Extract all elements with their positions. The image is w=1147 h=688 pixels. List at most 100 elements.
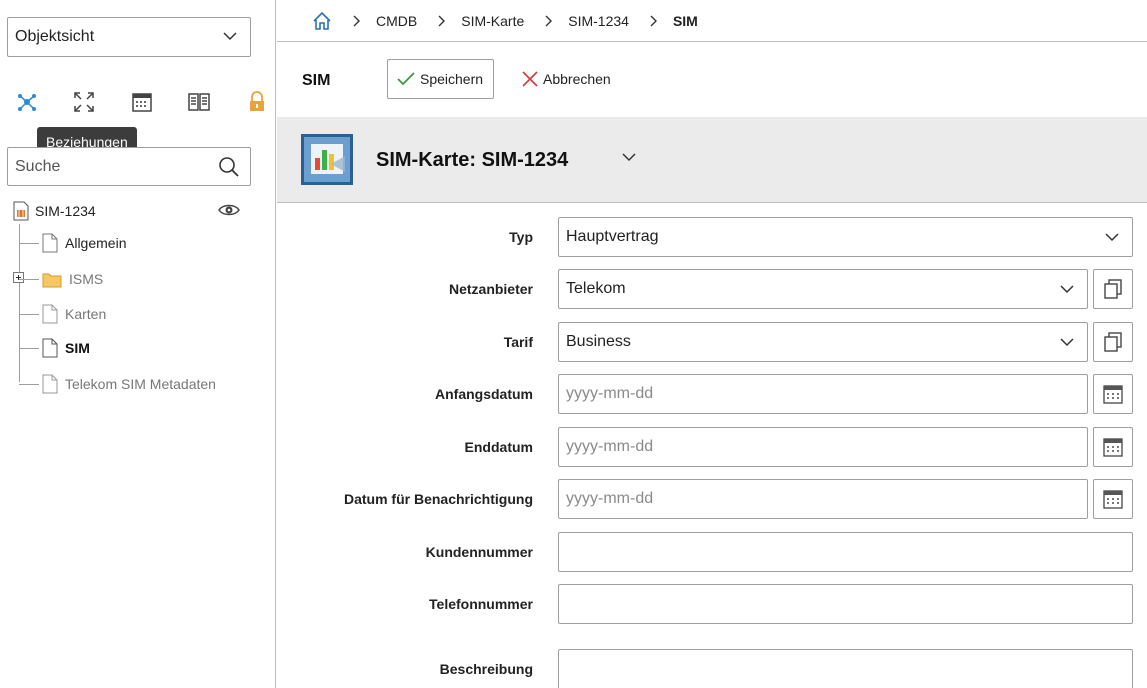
- chevron-right-icon: [438, 15, 446, 27]
- field-label: Datum für Benachrichtigung: [343, 491, 533, 507]
- chevron-down-icon[interactable]: [622, 152, 636, 162]
- field-label: Telefonnummer: [429, 596, 533, 612]
- search-input[interactable]: [8, 148, 208, 185]
- form-row-typ: Typ Hauptvertrag: [277, 217, 1147, 257]
- object-type-icon: [301, 134, 353, 185]
- tree-item-telekom-sim-metadaten[interactable]: Telekom SIM Metadaten: [19, 373, 216, 395]
- field-label: Typ: [509, 229, 533, 245]
- cancel-button-label: Abbrechen: [543, 71, 611, 87]
- expand-icon[interactable]: [70, 88, 98, 116]
- chevron-down-icon: [1060, 338, 1074, 347]
- copy-icon: [1104, 332, 1122, 352]
- kundennummer-input[interactable]: [566, 534, 1132, 570]
- breadcrumb-sim-karte[interactable]: SIM-Karte: [461, 13, 524, 29]
- copy-icon: [1104, 279, 1122, 299]
- form-row-enddatum: Enddatum: [277, 427, 1147, 467]
- chevron-right-icon: [650, 15, 658, 27]
- file-icon: [42, 304, 58, 324]
- field-label: Kundennummer: [425, 544, 533, 560]
- chevron-down-icon: [1060, 285, 1074, 294]
- netzanbieter-edit-button[interactable]: [1093, 269, 1133, 309]
- sim-card-icon: [13, 201, 29, 221]
- form-row-netzanbieter: Netzanbieter Telekom: [277, 269, 1147, 309]
- main-content: CMDB SIM-Karte SIM-1234 SIM SIM Speicher…: [277, 0, 1147, 688]
- file-icon: [42, 233, 58, 253]
- tarif-select[interactable]: Business: [558, 322, 1088, 362]
- tree-root-label: SIM-1234: [35, 203, 96, 219]
- relations-icon[interactable]: [13, 88, 41, 116]
- benachrichtigung-calendar-button[interactable]: [1093, 479, 1133, 519]
- sidebar-icon-bar: [0, 88, 276, 116]
- object-header: SIM-Karte: SIM-1234: [277, 117, 1147, 203]
- field-label: Enddatum: [464, 439, 533, 455]
- telefonnummer-input[interactable]: [566, 586, 1132, 622]
- tree-item-allgemein[interactable]: Allgemein: [19, 232, 126, 254]
- check-icon: [397, 72, 415, 86]
- calendar-icon: [1103, 385, 1123, 404]
- save-button-label: Speichern: [420, 71, 484, 87]
- anfangsdatum-calendar-button[interactable]: [1093, 374, 1133, 414]
- object-title: SIM-Karte: SIM-1234: [376, 149, 569, 171]
- form-row-benachrichtigung: Datum für Benachrichtigung: [277, 479, 1147, 519]
- beschreibung-textarea[interactable]: [558, 649, 1133, 688]
- calendar-icon: [1103, 438, 1123, 457]
- view-select[interactable]: Objektsicht: [7, 17, 251, 57]
- tree-item-sim[interactable]: SIM: [19, 337, 90, 359]
- form-row-kundennummer: Kundennummer: [277, 532, 1147, 572]
- breadcrumb-sim-1234[interactable]: SIM-1234: [568, 13, 629, 29]
- tree-item-isms[interactable]: ISMS: [19, 268, 103, 290]
- cancel-button[interactable]: Abbrechen: [522, 59, 611, 99]
- benachrichtigung-field: [558, 479, 1088, 519]
- tree-item-label: Allgemein: [65, 235, 127, 251]
- kundennummer-field: [558, 532, 1133, 572]
- chevron-down-icon: [223, 32, 237, 41]
- file-icon: [42, 338, 58, 358]
- chevron-down-icon: [1105, 233, 1119, 242]
- eye-icon[interactable]: [218, 203, 240, 217]
- view-select-value: Objektsicht: [15, 28, 95, 45]
- field-label: Anfangsdatum: [435, 386, 533, 402]
- telefonnummer-field: [558, 584, 1133, 624]
- typ-select[interactable]: Hauptvertrag: [558, 217, 1133, 257]
- tree-root[interactable]: SIM-1234: [13, 200, 96, 222]
- tree-item-label: Karten: [65, 306, 107, 322]
- anfangsdatum-field: [558, 374, 1088, 414]
- field-label: Beschreibung: [439, 661, 533, 677]
- breadcrumb: CMDB SIM-Karte SIM-1234 SIM: [277, 0, 1147, 42]
- book-icon[interactable]: [185, 88, 213, 116]
- lock-icon[interactable]: [243, 88, 271, 116]
- tree-item-label: SIM: [65, 340, 90, 356]
- netzanbieter-select[interactable]: Telekom: [558, 269, 1088, 309]
- benachrichtigung-input[interactable]: [566, 481, 1087, 517]
- tarif-value: Business: [566, 333, 631, 350]
- folder-icon: [42, 273, 62, 287]
- netzanbieter-value: Telekom: [566, 280, 626, 297]
- enddatum-calendar-button[interactable]: [1093, 427, 1133, 467]
- chevron-right-icon: [353, 15, 361, 27]
- field-label: Tarif: [503, 334, 533, 350]
- anfangsdatum-input[interactable]: [566, 376, 1087, 412]
- form-row-beschreibung: Beschreibung: [277, 649, 1147, 688]
- tree-item-label: Telekom SIM Metadaten: [65, 376, 216, 392]
- tree-item-label: ISMS: [69, 271, 104, 287]
- enddatum-field: [558, 427, 1088, 467]
- chevron-right-icon: [545, 15, 553, 27]
- tree-item-karten[interactable]: Karten: [19, 303, 106, 325]
- calendar-icon: [1103, 490, 1123, 509]
- calendar-icon[interactable]: [128, 88, 156, 116]
- field-label: Netzanbieter: [448, 281, 533, 297]
- form-row-tarif: Tarif Business: [277, 322, 1147, 362]
- breadcrumb-cmdb[interactable]: CMDB: [376, 13, 417, 29]
- toolbar: SIM Speichern Abbrechen: [277, 43, 1147, 117]
- search-icon[interactable]: [218, 156, 240, 178]
- breadcrumb-current: SIM: [672, 12, 698, 29]
- home-icon[interactable]: [312, 11, 332, 31]
- form-row-anfangsdatum: Anfangsdatum: [277, 374, 1147, 414]
- form-row-telefonnummer: Telefonnummer: [277, 584, 1147, 624]
- save-button[interactable]: Speichern: [387, 59, 494, 99]
- tarif-edit-button[interactable]: [1093, 322, 1133, 362]
- enddatum-input[interactable]: [566, 429, 1087, 465]
- file-icon: [42, 374, 58, 394]
- category-title: SIM: [302, 72, 331, 89]
- close-icon: [522, 71, 538, 87]
